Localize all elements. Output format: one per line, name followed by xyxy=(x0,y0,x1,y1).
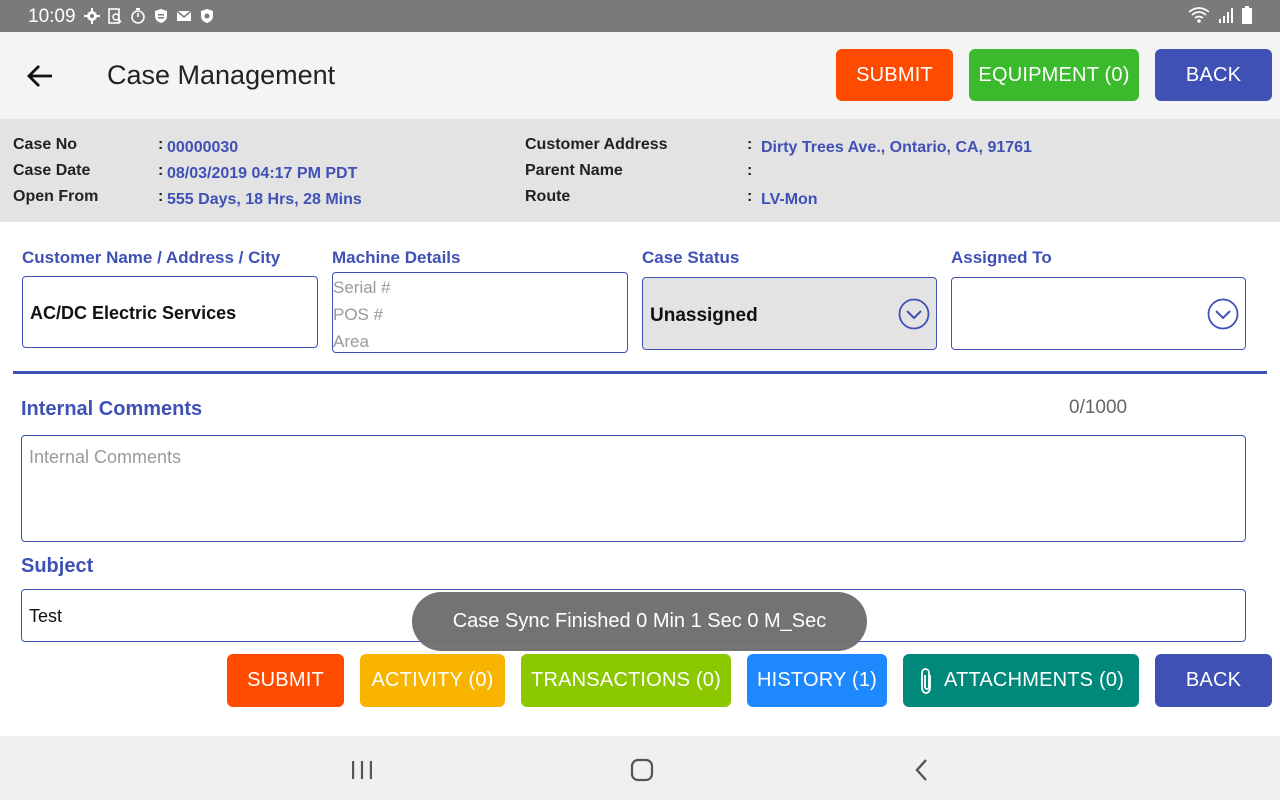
case-no-label: Case No xyxy=(13,136,78,153)
shield-badge-icon xyxy=(155,9,167,23)
footer-submit-button[interactable]: SUBMIT xyxy=(227,654,344,707)
back-nav-icon[interactable] xyxy=(909,757,935,783)
case-date-label: Case Date xyxy=(13,162,91,179)
case-status-label: Case Status xyxy=(642,248,740,267)
open-from-label: Open From xyxy=(13,188,99,205)
customer-field-label: Customer Name / Address / City xyxy=(22,248,281,267)
assigned-to-select[interactable] xyxy=(951,277,1246,350)
colon: : xyxy=(158,136,164,153)
customer-address-value: Dirty Trees Ave., Ontario, CA, 91761 xyxy=(761,139,1032,156)
route-label: Route xyxy=(525,188,571,205)
recents-icon[interactable] xyxy=(349,757,375,783)
internal-comments-input[interactable]: Internal Comments xyxy=(21,435,1246,542)
colon: : xyxy=(747,188,753,205)
colon: : xyxy=(747,136,753,153)
signal-icon xyxy=(1219,8,1233,23)
chevron-down-icon[interactable] xyxy=(1207,298,1239,330)
assigned-to-label: Assigned To xyxy=(951,248,1052,267)
status-time: 10:09 xyxy=(28,6,76,27)
battery-icon xyxy=(1242,6,1252,24)
customer-field[interactable]: AC/DC Electric Services xyxy=(22,276,318,348)
case-status-select[interactable]: Unassigned xyxy=(642,277,937,350)
colon: : xyxy=(158,162,164,179)
paperclip-icon xyxy=(921,667,931,694)
machine-details-label: Machine Details xyxy=(332,248,461,267)
page-title: Case Management xyxy=(107,60,336,90)
status-right-icons xyxy=(1188,6,1252,24)
attachments-label: ATTACHMENTS (0) xyxy=(943,669,1125,691)
search-doc-icon xyxy=(108,8,122,24)
timer-icon xyxy=(131,8,145,24)
home-icon[interactable] xyxy=(629,757,655,783)
parent-name-label: Parent Name xyxy=(525,162,623,179)
status-left-icons xyxy=(84,8,215,24)
footer-back-button[interactable]: BACK xyxy=(1155,654,1272,707)
colon: : xyxy=(158,188,164,205)
customer-address-label: Customer Address xyxy=(525,136,668,153)
comments-counter: 0/1000 xyxy=(1069,397,1128,418)
header-back-button[interactable]: BACK xyxy=(1155,49,1272,101)
history-button[interactable]: HISTORY (1) xyxy=(747,654,887,707)
colon: : xyxy=(747,162,753,179)
section-divider xyxy=(13,371,1267,374)
back-arrow-icon[interactable] xyxy=(26,62,54,90)
wifi-icon xyxy=(1188,7,1210,23)
area-placeholder: Area xyxy=(333,332,369,351)
internal-comments-placeholder: Internal Comments xyxy=(29,447,182,467)
shield-icon xyxy=(201,9,213,23)
customer-value: AC/DC Electric Services xyxy=(30,303,237,323)
activity-button[interactable]: ACTIVITY (0) xyxy=(360,654,505,707)
open-from-value: 555 Days, 18 Hrs, 28 Mins xyxy=(167,191,362,208)
sync-toast: Case Sync Finished 0 Min 1 Sec 0 M_Sec xyxy=(412,592,867,651)
settings-icon xyxy=(84,8,100,24)
chevron-down-icon[interactable] xyxy=(898,298,930,330)
subject-value: Test xyxy=(29,606,63,626)
internal-comments-label: Internal Comments xyxy=(21,398,203,420)
machine-details-field[interactable]: Serial # POS # Area xyxy=(332,272,628,353)
serial-placeholder: Serial # xyxy=(333,278,391,297)
subject-label: Subject xyxy=(21,555,94,577)
mail-icon xyxy=(176,10,192,21)
status-bar: 10:09 xyxy=(0,0,1280,32)
header-submit-button[interactable]: SUBMIT xyxy=(836,49,953,101)
attachments-button[interactable]: ATTACHMENTS (0) xyxy=(903,654,1139,707)
case-no-value: 00000030 xyxy=(167,139,239,156)
case-status-value: Unassigned xyxy=(650,305,758,326)
pos-placeholder: POS # xyxy=(333,305,384,324)
transactions-button[interactable]: TRANSACTIONS (0) xyxy=(521,654,731,707)
equipment-button[interactable]: EQUIPMENT (0) xyxy=(969,49,1139,101)
route-value: LV-Mon xyxy=(761,191,818,208)
case-date-value: 08/03/2019 04:17 PM PDT xyxy=(167,165,358,182)
